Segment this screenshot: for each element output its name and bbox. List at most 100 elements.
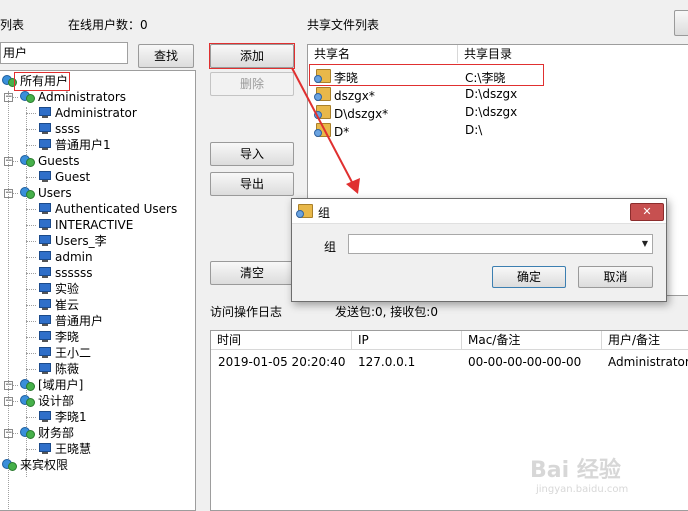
tree-user-node[interactable]: 王小二	[38, 345, 91, 361]
share-dir: D:\dszgx	[465, 87, 518, 101]
cancel-button[interactable]: 取消	[578, 266, 653, 288]
group-icon	[20, 426, 35, 439]
share-dir: D:\	[465, 123, 483, 137]
log-col-mac[interactable]: Mac/备注	[462, 331, 602, 349]
tree-node-label: 李晓1	[55, 410, 87, 424]
tree-group-node[interactable]: Users	[20, 185, 72, 201]
tree-user-node[interactable]: 李晓	[38, 329, 79, 345]
close-icon[interactable]: ✕	[630, 203, 664, 221]
tree-node-label: 王晓慧	[55, 442, 92, 456]
tree-user-node[interactable]: 崔云	[38, 297, 79, 313]
group-icon	[20, 394, 35, 407]
tree-user-node[interactable]: 李晓1	[38, 409, 87, 425]
annotation-arrow	[291, 67, 360, 194]
group-icon	[20, 90, 35, 103]
ok-button[interactable]: 确定	[492, 266, 566, 288]
user-icon	[38, 363, 51, 374]
log-title: 访问操作日志	[210, 305, 283, 319]
user-icon	[38, 267, 51, 278]
tree-node-label: Administrators	[38, 90, 127, 104]
group-icon	[20, 186, 35, 199]
user-tree[interactable]: − − − − − − 所有用户 Administrators Administrator ss…	[0, 70, 196, 511]
tree-user-node[interactable]: 王晓慧	[38, 441, 91, 457]
tree-node-label: admin	[55, 250, 93, 264]
log-col-ip[interactable]: IP	[352, 331, 462, 349]
watermark-url: jingyan.baidu.com	[536, 484, 629, 495]
share-col-dir[interactable]: 共享目录	[458, 45, 688, 63]
tree-user-node[interactable]: 普通用户	[38, 313, 103, 329]
share-dir: D:\dszgx	[465, 105, 518, 119]
group-field-label: 组	[324, 240, 337, 254]
user-icon	[38, 171, 51, 182]
tree-node-label: Authenticated Users	[55, 202, 178, 216]
tree-user-node[interactable]: Users_李	[38, 233, 107, 249]
watermark-brand: Bai 经验	[530, 458, 621, 483]
annotation-box-all-users	[14, 72, 70, 91]
tree-node-label: ssss	[55, 122, 81, 136]
log-col-user[interactable]: 用户/备注	[602, 331, 688, 349]
log-ip: 127.0.0.1	[358, 355, 416, 369]
user-icon	[38, 203, 51, 214]
group-icon	[20, 378, 35, 391]
user-search-value: 用户	[3, 46, 28, 60]
top-right-button[interactable]	[674, 10, 688, 36]
log-col-time[interactable]: 时间	[211, 331, 352, 349]
dialog-app-icon	[296, 204, 313, 218]
log-row[interactable]: 2019-01-05 20:20:40 127.0.0.1 00-00-00-0…	[211, 351, 688, 375]
user-icon	[38, 123, 51, 134]
tree-node-label: 普通用户1	[55, 138, 111, 152]
users-list-label: 列表	[0, 18, 25, 32]
user-icon	[38, 219, 51, 230]
tree-node-label: 普通用户	[55, 314, 104, 328]
tree-user-node[interactable]: ssssss	[38, 265, 93, 281]
user-icon	[38, 251, 51, 262]
dialog-titlebar[interactable]: 组 ✕	[292, 199, 666, 224]
tree-user-node[interactable]: 实验	[38, 281, 79, 297]
search-button[interactable]: 查找	[138, 44, 194, 68]
tree-group-node[interactable]: 财务部	[20, 425, 74, 441]
tree-user-node[interactable]: Administrator	[38, 105, 137, 121]
tree-node-label: 实验	[55, 282, 80, 296]
tree-user-node[interactable]: ssss	[38, 121, 80, 137]
user-icon	[38, 139, 51, 150]
group-icon	[20, 154, 35, 167]
tree-group-node[interactable]: 设计部	[20, 393, 74, 409]
tree-node-label: 陈薇	[55, 362, 80, 376]
tree-user-node[interactable]: admin	[38, 249, 93, 265]
tree-node-label: 财务部	[38, 426, 75, 440]
group-select[interactable]: ▼	[348, 234, 653, 254]
online-users-count: 在线用户数：0	[68, 18, 148, 32]
tree-node-label: Administrator	[55, 106, 137, 120]
packet-stats: 发送包:0, 接收包:0	[335, 305, 438, 319]
clear-button[interactable]: 清空	[210, 261, 294, 285]
share-list-label: 共享文件列表	[307, 18, 380, 32]
tree-user-node[interactable]: 普通用户1	[38, 137, 111, 153]
tree-node-label: Users_李	[55, 234, 107, 248]
tree-node-label: 来宾权限	[20, 458, 69, 472]
tree-user-node[interactable]: Guest	[38, 169, 90, 185]
user-icon	[38, 443, 51, 454]
group-dialog[interactable]: 组 ✕ 组 ▼ 确定 取消	[291, 198, 667, 302]
tree-group-node[interactable]: Administrators	[20, 89, 126, 105]
user-search-input[interactable]: 用户	[0, 42, 128, 64]
tree-user-node[interactable]: Authenticated Users	[38, 201, 177, 217]
tree-node-label: Guest	[55, 170, 91, 184]
tree-node-label: ssssss	[55, 266, 93, 280]
tree-user-node[interactable]: 陈薇	[38, 361, 79, 377]
tree-node-label: 王小二	[55, 346, 92, 360]
baidu-watermark: Bai 经验 jingyan.baidu.com	[530, 452, 680, 502]
user-icon	[38, 299, 51, 310]
user-icon	[38, 411, 51, 422]
tree-group-node[interactable]: Guests	[20, 153, 80, 169]
tree-node-label: Users	[38, 186, 72, 200]
log-time: 2019-01-05 20:20:40	[218, 355, 346, 369]
log-mac: 00-00-00-00-00-00	[468, 355, 582, 369]
tree-user-node[interactable]: INTERACTIVE	[38, 217, 133, 233]
group-icon	[2, 458, 17, 471]
user-icon	[38, 315, 51, 326]
tree-group-node[interactable]: [域用户]	[20, 377, 83, 393]
chevron-down-icon[interactable]: ▼	[642, 239, 648, 248]
tree-group-node[interactable]: 来宾权限	[2, 457, 68, 473]
user-icon	[38, 235, 51, 246]
tree-node-label: [域用户]	[38, 378, 84, 392]
